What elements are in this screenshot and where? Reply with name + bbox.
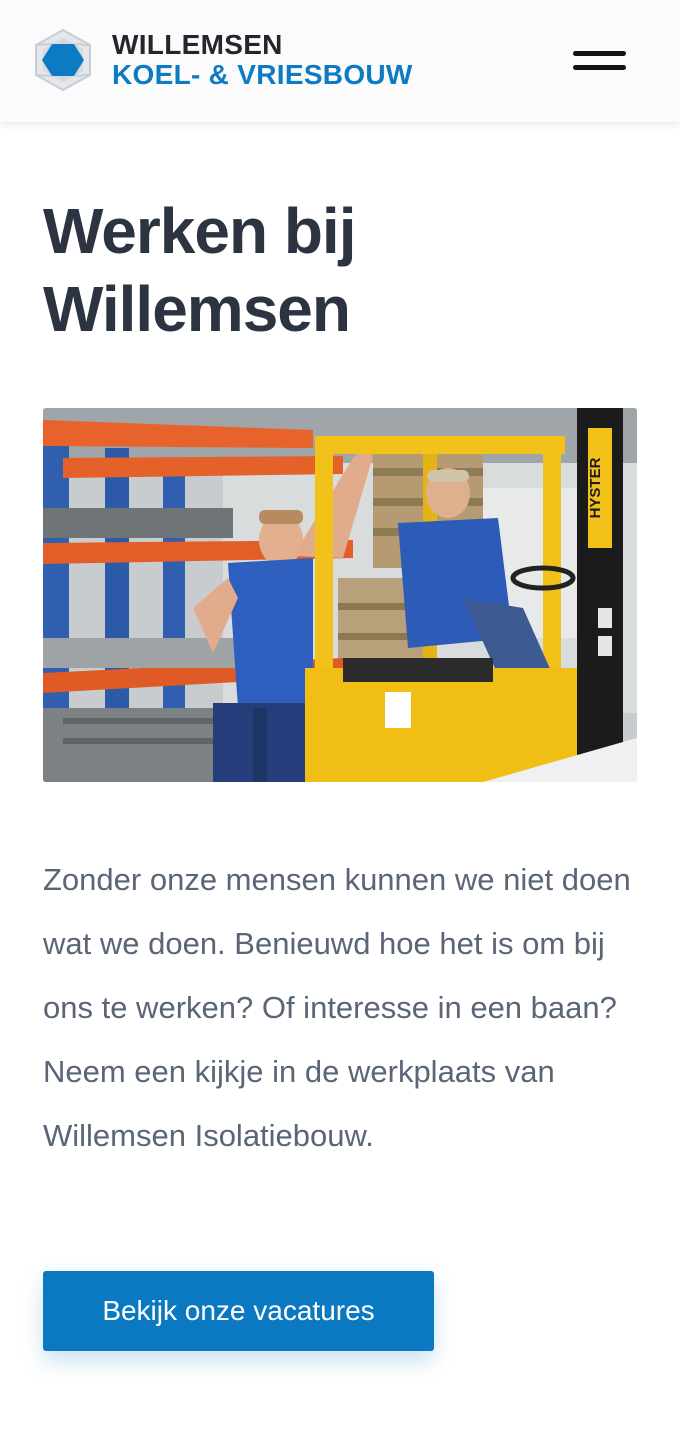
logo-line-2: KOEL- & VRIESBOUW	[112, 59, 413, 90]
menu-button[interactable]	[566, 44, 632, 78]
intro-text: Zonder onze mensen kunnen we niet doen w…	[43, 862, 631, 1153]
logo-text: WILLEMSEN KOEL- & VRIESBOUW	[112, 31, 413, 89]
site-header: WILLEMSEN KOEL- & VRIESBOUW	[0, 0, 680, 122]
logo-line-1: WILLEMSEN	[112, 29, 283, 60]
forklift-brand-label: HYSTER	[587, 457, 604, 518]
warehouse-forklift-photo: HYSTER	[43, 408, 637, 782]
site-logo[interactable]: WILLEMSEN KOEL- & VRIESBOUW	[30, 28, 413, 92]
hero-photo: HYSTER	[43, 408, 637, 782]
hexagon-logo-icon	[35, 28, 91, 92]
view-vacancies-button[interactable]: Bekijk onze vacatures	[43, 1271, 434, 1351]
page-title: Werken bij Willemsen	[43, 195, 356, 345]
